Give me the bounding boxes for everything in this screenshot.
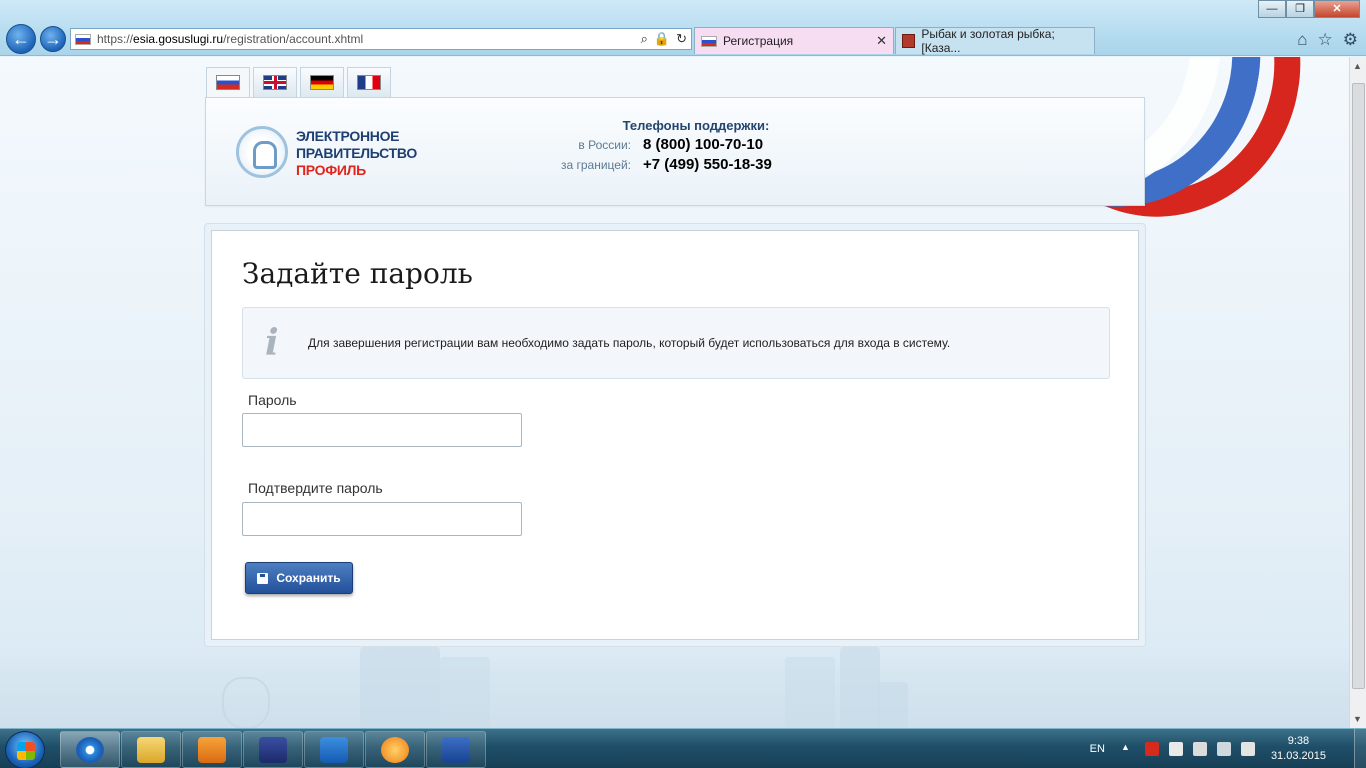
search-icon[interactable]: ⌕ [641,31,648,47]
arrow-right-icon: → [44,28,62,49]
volume-icon[interactable] [1240,742,1255,756]
logo-line-2: ПРАВИТЕЛЬСТВО [296,145,417,161]
tray-expand-icon[interactable]: ▲ [1121,742,1135,756]
device-icon[interactable] [1192,742,1207,756]
scroll-down-icon[interactable]: ▼ [1353,714,1362,724]
support-title: Телефоны поддержки: [622,118,770,133]
lang-tab-german[interactable] [300,67,344,97]
uk-flag-icon [263,75,287,90]
support-label: в России: [578,138,631,152]
tab-label: Регистрация [723,34,794,48]
taskbar-outlook[interactable] [304,731,364,768]
refresh-icon[interactable]: ↻ [676,31,687,47]
egov-logo-icon[interactable] [236,126,288,178]
forward-button[interactable]: → [40,26,66,52]
save-button[interactable]: Сохранить [245,562,353,594]
address-url[interactable]: https://esia.gosuslugi.ru/registration/a… [97,32,363,46]
clock-date: 31.03.2015 [1270,750,1326,762]
action-center-flag-icon[interactable] [1168,742,1183,756]
page-viewport: ЭЛЕКТРОННОЕ ПРАВИТЕЛЬСТВО ПРОФИЛЬ Телефо… [0,57,1349,728]
city-silhouette-decoration [360,647,440,728]
info-message: i Для завершения регистрации вам необход… [242,307,1110,379]
lock-icon[interactable]: 🔒 [654,31,670,47]
tab-close-icon[interactable]: ✕ [876,33,887,49]
tray-n-app-icon[interactable] [1144,742,1159,756]
city-silhouette-decoration [440,657,490,728]
taskbar-media-player[interactable] [182,731,242,768]
russia-flag-icon [216,75,240,90]
germany-flag-icon [310,75,334,90]
word-icon [442,736,470,763]
arrow-left-icon: ← [12,28,30,49]
tab-label: Рыбак и золотая рыбка; [Каза... [921,27,1055,55]
info-icon: i [265,322,279,364]
floppy-disk-icon [259,736,287,763]
input-language-indicator[interactable]: EN [1090,743,1105,755]
lang-tab-english[interactable] [253,67,297,97]
lang-tab-french[interactable] [347,67,391,97]
confirm-password-label: Подтвердите пароль [248,480,383,496]
taskbar-file-explorer[interactable] [121,731,181,768]
system-tray: EN ▲ 9:38 31.03.2015 [1090,729,1366,768]
folder-icon [137,736,165,763]
clock-time: 9:38 [1287,735,1310,747]
city-silhouette-decoration [785,657,835,728]
browser-chrome: ← → https://esia.gosuslugi.ru/registrati… [0,0,1366,56]
back-button[interactable]: ← [6,24,36,54]
password-form: Задайте пароль i Для завершения регистра… [211,230,1139,640]
support-label: за границей: [560,158,631,172]
page-title: Задайте пароль [242,257,473,290]
orange-circle-app-icon [381,736,409,763]
tab-registration[interactable]: Регистрация ✕ [694,27,894,54]
confirm-password-input[interactable] [242,502,522,536]
home-icon[interactable]: ⌂ [1297,30,1307,50]
tab-fisherman-tale[interactable]: Рыбак и золотая рыбка; [Каза... [895,27,1095,55]
site-flag-icon [75,33,91,45]
vertical-scrollbar[interactable]: ▲ ▼ [1349,57,1366,728]
taskbar-word[interactable] [426,731,486,768]
password-label: Пароль [248,392,297,408]
footer-decoration [0,647,1349,728]
logo-line-1: ЭЛЕКТРОННОЕ [296,128,400,144]
site-header: ЭЛЕКТРОННОЕ ПРАВИТЕЛЬСТВО ПРОФИЛЬ Телефо… [205,97,1145,206]
logo-line-3: ПРОФИЛЬ [296,162,366,178]
support-phones: Телефоны поддержки: в России: 8 (800) 10… [546,118,806,173]
taskbar-internet-explorer[interactable] [60,731,120,768]
clock[interactable]: 9:38 31.03.2015 [1271,734,1326,764]
save-floppy-icon [257,572,269,584]
password-input[interactable] [242,413,522,447]
scroll-up-icon[interactable]: ▲ [1353,61,1362,71]
coat-of-arms-icon [222,677,270,728]
outlook-icon [320,736,348,763]
windows-taskbar: EN ▲ 9:38 31.03.2015 [0,728,1366,768]
media-player-icon [198,736,226,763]
save-label: Сохранить [276,571,341,585]
close-window-button[interactable]: ✕ [1314,0,1360,18]
support-row-abroad: за границей: +7 (499) 550-18-39 [546,156,806,173]
network-icon[interactable] [1216,742,1231,756]
support-phone: +7 (499) 550-18-39 [643,156,772,173]
book-icon [902,34,916,48]
show-desktop-button[interactable] [1354,729,1366,768]
restore-button[interactable]: ❐ [1286,0,1314,18]
city-silhouette-decoration [878,682,908,728]
address-bar[interactable]: https://esia.gosuslugi.ru/registration/a… [70,28,692,50]
support-row-russia: в России: 8 (800) 100-70-10 [546,136,806,153]
settings-gear-icon[interactable]: ⚙ [1343,30,1358,50]
city-silhouette-decoration [840,647,880,728]
taskbar-floppy-app[interactable] [243,731,303,768]
france-flag-icon [357,75,381,90]
scrollbar-thumb[interactable] [1352,83,1365,689]
start-button[interactable] [5,731,45,768]
minimize-button[interactable]: — [1258,0,1286,18]
lang-tab-russian[interactable] [206,67,250,97]
favorites-star-icon[interactable]: ☆ [1318,30,1333,50]
info-text: Для завершения регистрации вам необходим… [308,336,951,350]
support-phone: 8 (800) 100-70-10 [643,136,764,153]
language-switcher [206,67,391,97]
internet-explorer-icon [76,736,104,763]
site-logo-text[interactable]: ЭЛЕКТРОННОЕ ПРАВИТЕЛЬСТВО ПРОФИЛЬ [296,128,417,179]
tab-flag-icon [701,35,717,47]
taskbar-orange-app[interactable] [365,731,425,768]
